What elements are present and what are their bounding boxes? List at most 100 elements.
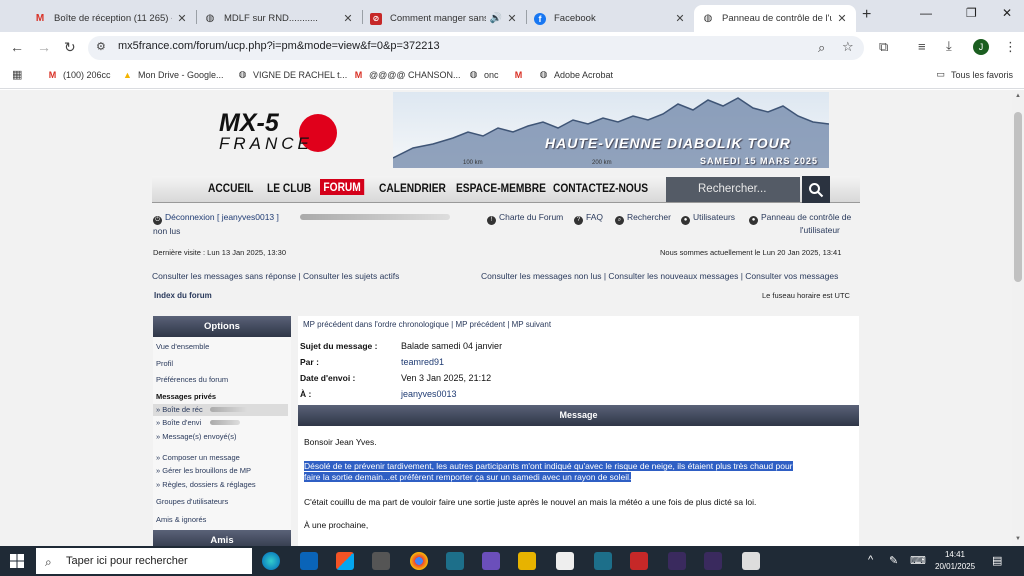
chrome-icon[interactable] — [410, 552, 428, 570]
km-label: 100 km — [463, 160, 483, 166]
utilisateurs-link[interactable]: ● Utilisateurs — [681, 212, 735, 225]
ucp-link[interactable]: ● Panneau de contrôle de — [749, 212, 851, 225]
menu-forum[interactable]: FORUM — [320, 179, 365, 195]
extensions-icon[interactable]: ⧉ — [879, 39, 888, 55]
close-icon[interactable]: ✕ — [674, 12, 686, 25]
menu-calendrier[interactable]: CALENDRIER — [379, 181, 446, 195]
site-info-icon[interactable]: ⚙ — [96, 40, 106, 53]
sidebar-preferences[interactable]: Préférences du forum — [156, 375, 228, 384]
site-search-button[interactable] — [802, 176, 830, 203]
forward-icon[interactable]: → — [37, 39, 51, 55]
notepad-icon[interactable] — [742, 552, 760, 570]
close-icon[interactable]: ✕ — [342, 12, 354, 25]
app-icon[interactable] — [446, 552, 464, 570]
sidebar-drafts[interactable]: » Gérer les brouillons de MP — [156, 466, 251, 475]
sidebar-friends[interactable]: Amis & ignorés — [156, 515, 206, 524]
sidebar-inbox[interactable]: » Boîte de réc — [156, 405, 203, 414]
bookmark-acrobat[interactable]: ◍ Adobe Acrobat — [538, 69, 613, 80]
minimize-icon[interactable]: — — [920, 6, 932, 20]
outlook-icon[interactable] — [300, 552, 318, 570]
bookmark-star-icon[interactable]: ☆ — [842, 39, 854, 55]
drive-icon: ▲ — [123, 69, 132, 80]
ucp-link-line2[interactable]: l'utilisateur — [800, 225, 840, 235]
faq-link[interactable]: ? FAQ — [574, 212, 603, 225]
tab-mdlf[interactable]: ◍ MDLF sur RND........... ✕ — [196, 5, 362, 32]
message-highlighted-text: faire la sortie demain...et préfèrent re… — [304, 472, 632, 482]
scroll-down-icon[interactable]: ▼ — [1015, 536, 1021, 542]
sidebar-profil[interactable]: Profil — [156, 359, 173, 368]
sidebar-groups[interactable]: Groupes d'utilisateurs — [156, 497, 228, 506]
sidebar-rules[interactable]: » Règles, dossiers & réglages — [156, 480, 256, 489]
app-icon[interactable] — [704, 552, 722, 570]
all-bookmarks[interactable]: ▭ Tous les favoris — [935, 69, 1013, 80]
facebook-icon: f — [534, 12, 546, 25]
sidebar-outbox[interactable]: » Boîte d'envi — [156, 418, 201, 427]
reload-icon[interactable]: ↻ — [64, 39, 76, 56]
tray-expand-icon[interactable]: ^ — [868, 554, 873, 566]
download-icon[interactable]: ⤓ — [946, 38, 952, 54]
tab-facebook[interactable]: f Facebook ✕ — [526, 5, 694, 32]
keyboard-icon[interactable]: ⌨ — [910, 554, 926, 567]
unread-new-own-links[interactable]: Consulter les messages non lus | Consult… — [481, 271, 838, 281]
app-icon[interactable] — [668, 552, 686, 570]
tab-panneau-active[interactable]: ◍ Panneau de contrôle de l'uti ✕ — [694, 5, 856, 32]
scroll-thumb[interactable] — [1014, 112, 1022, 282]
date-label: Date d'envoi : — [300, 373, 356, 383]
close-icon[interactable]: ✕ — [176, 12, 188, 25]
bookmark-206cc[interactable]: M (100) 206cc — [47, 69, 111, 80]
media-control-icon[interactable]: ≡ — [918, 39, 926, 54]
gmail-icon: M — [514, 69, 523, 80]
filezilla-icon[interactable] — [630, 552, 648, 570]
author-link[interactable]: teamred91 — [401, 357, 444, 367]
bookmark-chanson[interactable]: M @@@@ CHANSON... — [353, 69, 461, 80]
app-icon[interactable] — [372, 552, 390, 570]
menu-icon[interactable]: ⋮ — [1004, 39, 1017, 55]
store-icon[interactable] — [336, 552, 354, 570]
restore-icon[interactable]: ❐ — [966, 6, 977, 20]
sidebar-vue-ensemble[interactable]: Vue d'ensemble — [156, 342, 209, 351]
close-icon[interactable]: ✕ — [506, 12, 518, 25]
menu-espace-membre[interactable]: ESPACE-MEMBRE — [456, 181, 546, 195]
tab-comment-manger[interactable]: ⊘ Comment manger sans 🔊 ✕ — [362, 5, 526, 32]
windows-start-icon[interactable] — [10, 554, 24, 568]
speaker-icon[interactable]: 🔊 — [490, 13, 502, 24]
pm-navigation[interactable]: MP précédent dans l'ordre chronologique … — [303, 320, 551, 329]
page-scrollbar[interactable]: ▲ ▼ — [1012, 90, 1024, 546]
app-icon[interactable] — [594, 552, 612, 570]
taskbar-clock[interactable]: 14:41 20/01/2025 — [935, 549, 975, 573]
svg-text:MX-5: MX-5 — [219, 109, 280, 137]
recipient-link[interactable]: jeanyves0013 — [401, 389, 457, 399]
unanswered-active-links[interactable]: Consulter les messages sans réponse | Co… — [152, 271, 399, 281]
message-body: C'était couillu de ma part de vouloir fa… — [304, 497, 757, 507]
sidebar-compose[interactable]: » Composer un message — [156, 453, 240, 462]
taskbar-search-input[interactable]: Taper ici pour rechercher — [36, 548, 252, 574]
security-icon[interactable] — [556, 552, 574, 570]
sidebar-sent[interactable]: » Message(s) envoyé(s) — [156, 432, 236, 441]
logout-link[interactable]: ⏻ Déconnexion [ jeanyves0013 ] — [153, 212, 279, 225]
file-explorer-icon[interactable] — [518, 552, 536, 570]
profile-avatar[interactable]: J — [973, 39, 989, 55]
bookmark-onc[interactable]: ◍ onc — [468, 69, 499, 80]
window-close-icon[interactable]: ✕ — [1002, 6, 1012, 20]
menu-contactez-nous[interactable]: CONTACTEZ-NOUS — [553, 181, 648, 195]
bookmark-gmail[interactable]: M — [513, 69, 529, 80]
notification-icon[interactable]: ▤ — [992, 554, 1002, 567]
app-icon[interactable] — [482, 552, 500, 570]
tab-gmail[interactable]: M Boîte de réception (11 265) - j ✕ — [26, 5, 196, 32]
bookmark-mon-drive[interactable]: ▲ Mon Drive - Google... — [122, 69, 224, 80]
rechercher-link[interactable]: ⌕ Rechercher — [615, 212, 671, 225]
zoom-icon[interactable]: ⌕ — [818, 40, 825, 56]
site-search-input[interactable]: Rechercher... — [666, 177, 800, 202]
back-icon[interactable]: ← — [10, 39, 24, 55]
pen-icon[interactable]: ✎ — [889, 554, 898, 567]
scroll-up-icon[interactable]: ▲ — [1015, 93, 1021, 99]
edge-icon[interactable] — [262, 552, 280, 570]
charte-link[interactable]: ! Charte du Forum — [487, 212, 563, 225]
menu-le-club[interactable]: LE CLUB — [267, 181, 311, 195]
new-tab-icon[interactable]: + — [862, 6, 871, 24]
apps-icon[interactable]: ▦ — [12, 68, 22, 81]
bookmark-vigne[interactable]: ◍ VIGNE DE RACHEL t... — [237, 69, 348, 80]
menu-accueil[interactable]: ACCUEIL — [208, 181, 253, 195]
forum-index-link[interactable]: Index du forum — [154, 291, 212, 300]
close-icon[interactable]: ✕ — [836, 12, 848, 25]
